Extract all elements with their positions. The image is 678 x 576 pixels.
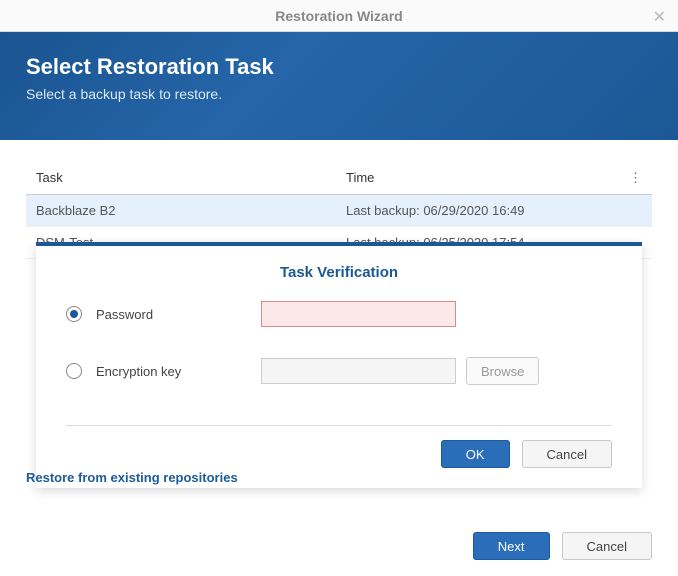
- restore-existing-link[interactable]: Restore from existing repositories: [26, 470, 238, 485]
- table-row[interactable]: Backblaze B2 Last backup: 06/29/2020 16:…: [26, 195, 652, 227]
- dialog-footer: OK Cancel: [66, 440, 612, 468]
- browse-button: Browse: [466, 357, 539, 385]
- dialog-title: Task Verification: [66, 264, 612, 281]
- radio-password[interactable]: [66, 306, 82, 322]
- column-header-task: Task: [36, 170, 346, 186]
- dialog-cancel-button[interactable]: Cancel: [522, 440, 612, 468]
- window-title: Restoration Wizard: [275, 8, 402, 24]
- password-option-row: Password: [66, 301, 612, 327]
- password-label: Password: [96, 307, 261, 322]
- table-header: Task Time ⋮: [26, 162, 652, 195]
- encryption-key-input: [261, 358, 456, 384]
- radio-encryption-key[interactable]: [66, 363, 82, 379]
- next-button[interactable]: Next: [473, 532, 550, 560]
- kebab-menu-icon[interactable]: ⋮: [622, 170, 642, 186]
- task-name: Backblaze B2: [36, 203, 346, 218]
- page-subheading: Select a backup task to restore.: [26, 86, 652, 102]
- close-icon[interactable]: ✕: [653, 7, 666, 27]
- titlebar: Restoration Wizard ✕: [0, 0, 678, 32]
- task-verification-dialog: Task Verification Password Encryption ke…: [36, 242, 642, 488]
- ok-button[interactable]: OK: [441, 440, 510, 468]
- content: Task Time ⋮ Backblaze B2 Last backup: 06…: [0, 140, 678, 259]
- column-header-time: Time: [346, 170, 622, 186]
- banner: Select Restoration Task Select a backup …: [0, 32, 678, 140]
- task-time: Last backup: 06/29/2020 16:49: [346, 203, 642, 218]
- wizard-cancel-button[interactable]: Cancel: [562, 532, 652, 560]
- password-input[interactable]: [261, 301, 456, 327]
- encryption-option-row: Encryption key Browse: [66, 357, 612, 385]
- encryption-label: Encryption key: [96, 364, 261, 379]
- wizard-footer: Next Cancel: [473, 532, 652, 560]
- divider: [66, 425, 612, 426]
- page-heading: Select Restoration Task: [26, 54, 652, 80]
